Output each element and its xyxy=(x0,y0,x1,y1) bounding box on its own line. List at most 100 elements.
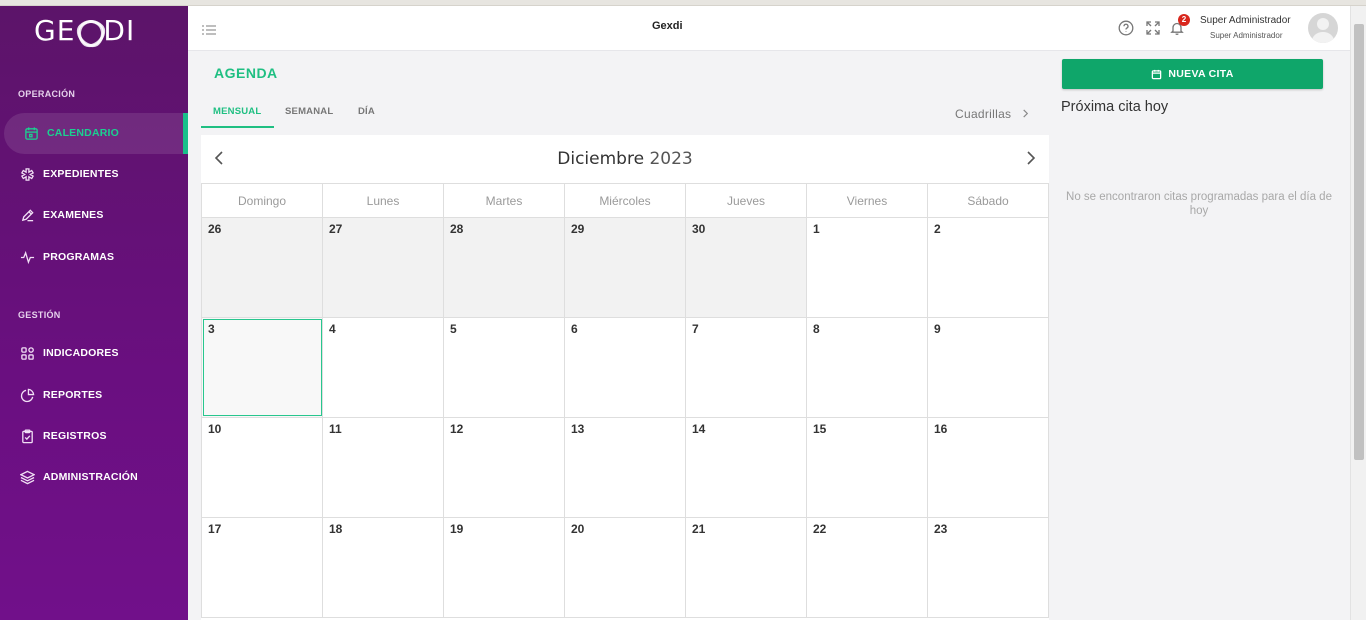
menu-toggle-button[interactable] xyxy=(202,23,216,35)
fullscreen-button[interactable] xyxy=(1145,20,1161,36)
new-appointment-button[interactable]: NUEVA CITA xyxy=(1062,59,1323,89)
weekday-header: Domingo xyxy=(202,184,323,218)
calendar-small-icon xyxy=(1152,69,1162,79)
tab-semanal[interactable]: SEMANAL xyxy=(285,106,333,117)
sidebar-item-label: PROGRAMAS xyxy=(43,251,115,263)
notification-badge: 2 xyxy=(1178,14,1190,26)
cuadrillas-label: Cuadrillas xyxy=(955,107,1012,121)
new-appointment-label: NUEVA CITA xyxy=(1168,68,1234,80)
sidebar-item-label: ADMINISTRACIÓN xyxy=(43,471,138,483)
calendar-week-row: 3 4 5 6 7 8 9 xyxy=(201,318,1049,418)
sidebar-item-label: CALENDARIO xyxy=(47,127,119,139)
scrollbar-thumb[interactable] xyxy=(1354,24,1364,460)
sidebar-item-reportes[interactable]: REPORTES xyxy=(20,385,102,405)
calendar-day-cell[interactable]: 21 xyxy=(686,518,807,617)
calendar-day-cell[interactable]: 4 xyxy=(323,318,444,417)
activity-icon xyxy=(20,250,35,264)
weekday-header: Jueves xyxy=(686,184,807,218)
asterisk-icon xyxy=(20,167,35,181)
logo-x-icon xyxy=(76,17,102,43)
calendar-week-row: 26 27 28 29 30 1 2 xyxy=(201,218,1049,318)
sidebar-item-label: INDICADORES xyxy=(43,347,119,359)
help-button[interactable] xyxy=(1118,20,1134,36)
sidebar-item-examenes[interactable]: EXAMENES xyxy=(20,205,104,225)
calendar-grid: Domingo Lunes Martes Miércoles Jueves Vi… xyxy=(201,183,1049,618)
calendar-day-cell-today[interactable]: 3 xyxy=(202,318,323,417)
calendar-day-cell[interactable]: 22 xyxy=(807,518,928,617)
calendar-week-row: 17 18 19 20 21 22 23 xyxy=(201,518,1049,618)
month-year: 2023 xyxy=(649,149,693,169)
user-name[interactable]: Super Administrador xyxy=(1200,15,1291,26)
sidebar-item-indicadores[interactable]: INDICADORES xyxy=(20,343,119,363)
weekday-header: Lunes xyxy=(323,184,444,218)
next-appointment-title: Próxima cita hoy xyxy=(1061,99,1169,115)
page-title: AGENDA xyxy=(214,65,278,81)
calendar-day-cell[interactable]: 6 xyxy=(565,318,686,417)
sidebar-item-label: REPORTES xyxy=(43,389,103,401)
calendar-day-cell[interactable]: 7 xyxy=(686,318,807,417)
calendar-day-cell[interactable]: 5 xyxy=(444,318,565,417)
sidebar-item-administracion[interactable]: ADMINISTRACIÓN xyxy=(20,467,138,487)
calendar-day-cell[interactable]: 13 xyxy=(565,418,686,517)
calendar-day-cell[interactable]: 18 xyxy=(323,518,444,617)
section-title-gestion: GESTIÓN xyxy=(18,310,61,320)
calendar-day-cell[interactable]: 8 xyxy=(807,318,928,417)
calendar-day-cell[interactable]: 23 xyxy=(928,518,1049,617)
avatar[interactable] xyxy=(1308,13,1338,43)
calendar-icon xyxy=(25,126,38,140)
calendar-day-cell[interactable]: 11 xyxy=(323,418,444,517)
calendar-day-cell[interactable]: 12 xyxy=(444,418,565,517)
weekday-header: Sábado xyxy=(928,184,1049,218)
calendar-day-cell[interactable]: 17 xyxy=(202,518,323,617)
grid-icon xyxy=(21,346,34,360)
brand-logo[interactable]: GE DI xyxy=(34,14,135,47)
top-header: Gexdi 2 Super Administrador Super Admini… xyxy=(188,6,1350,51)
chevron-right-icon xyxy=(1027,151,1036,165)
tab-dia[interactable]: DÍA xyxy=(358,106,375,117)
calendar-day-cell[interactable]: 26 xyxy=(202,218,323,317)
menu-list-icon xyxy=(202,25,216,35)
calendar-day-cell[interactable]: 28 xyxy=(444,218,565,317)
clipboard-check-icon xyxy=(22,428,33,443)
cuadrillas-link[interactable]: Cuadrillas xyxy=(955,107,1030,121)
user-role: Super Administrador xyxy=(1210,31,1283,40)
no-appointments-message: No se encontraron citas programadas para… xyxy=(1066,191,1332,217)
calendar-day-cell[interactable]: 30 xyxy=(686,218,807,317)
weekday-header: Miércoles xyxy=(565,184,686,218)
pie-chart-icon xyxy=(20,388,35,402)
month-calendar: Diciembre 2023 Domingo Lunes Martes Miér… xyxy=(201,135,1049,620)
calendar-day-cell[interactable]: 20 xyxy=(565,518,686,617)
logo-right-text: DI xyxy=(103,14,136,47)
calendar-day-cell[interactable]: 19 xyxy=(444,518,565,617)
chevron-right-icon xyxy=(1023,109,1029,118)
page-scrollbar[interactable] xyxy=(1350,6,1366,620)
app-title: Gexdi xyxy=(652,20,683,32)
calendar-day-cell[interactable]: 10 xyxy=(202,418,323,517)
calendar-week-row: 10 11 12 13 14 15 16 xyxy=(201,418,1049,518)
sidebar-active-indicator xyxy=(183,113,188,154)
calendar-day-cell[interactable]: 15 xyxy=(807,418,928,517)
fullscreen-icon xyxy=(1146,21,1160,35)
tab-mensual[interactable]: MENSUAL xyxy=(213,106,261,117)
next-month-button[interactable] xyxy=(1023,151,1037,165)
calendar-day-cell[interactable]: 2 xyxy=(928,218,1049,317)
calendar-day-cell[interactable]: 14 xyxy=(686,418,807,517)
sidebar-item-programas[interactable]: PROGRAMAS xyxy=(20,247,114,267)
calendar-day-cell[interactable]: 9 xyxy=(928,318,1049,417)
logo-left-text: GE xyxy=(34,14,76,47)
calendar-day-cell[interactable]: 1 xyxy=(807,218,928,317)
section-title-operacion: OPERACIÓN xyxy=(18,89,76,99)
month-name: Diciembre xyxy=(557,149,645,169)
calendar-day-cell[interactable]: 27 xyxy=(323,218,444,317)
calendar-day-cell[interactable]: 16 xyxy=(928,418,1049,517)
weekday-header: Martes xyxy=(444,184,565,218)
active-tab-underline xyxy=(201,126,274,128)
weekday-header: Viernes xyxy=(807,184,928,218)
sidebar-item-expedientes[interactable]: EXPEDIENTES xyxy=(20,164,119,184)
sidebar-item-calendario[interactable]: CALENDARIO xyxy=(24,123,119,143)
calendar-day-cell[interactable]: 29 xyxy=(565,218,686,317)
sidebar-item-registros[interactable]: REGISTROS xyxy=(20,426,107,446)
weekday-header-row: Domingo Lunes Martes Miércoles Jueves Vi… xyxy=(201,183,1049,218)
view-tabs: MENSUAL SEMANAL DÍA Cuadrillas xyxy=(201,96,1049,130)
pen-icon xyxy=(21,208,34,221)
